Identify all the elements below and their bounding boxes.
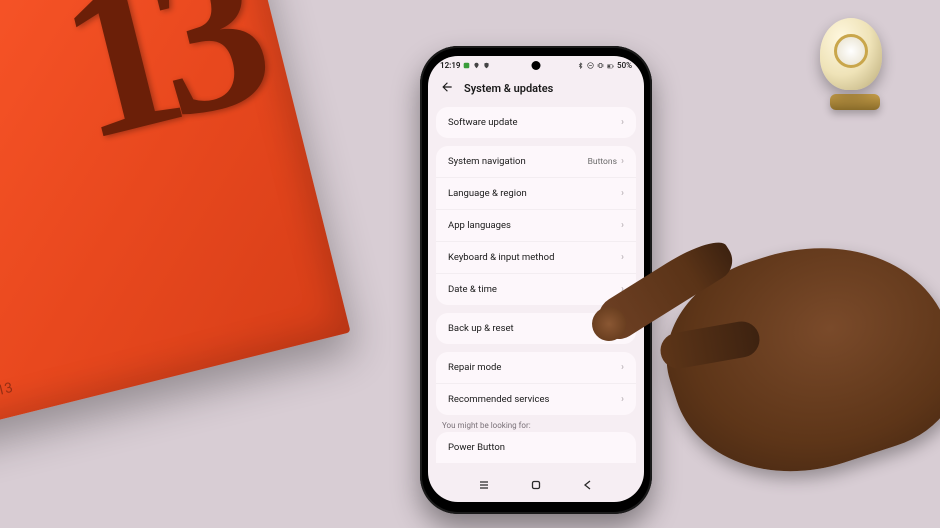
chevron-right-icon: › bbox=[621, 252, 624, 263]
row-recommended-services[interactable]: Recommended services › bbox=[436, 384, 636, 415]
location-icon bbox=[473, 62, 480, 69]
clock-body bbox=[820, 18, 882, 90]
box-side-text: oneplus 13 bbox=[0, 380, 14, 412]
clock-base bbox=[830, 94, 880, 110]
shield-icon bbox=[483, 62, 490, 69]
row-system-navigation[interactable]: System navigation Buttons › bbox=[436, 146, 636, 178]
row-label: Date & time bbox=[448, 284, 497, 295]
dnd-icon bbox=[587, 62, 594, 69]
desk-clock bbox=[820, 18, 890, 118]
row-software-update[interactable]: Software update › bbox=[436, 107, 636, 138]
row-label: Recommended services bbox=[448, 394, 549, 405]
hint-item-label: Power Button bbox=[448, 442, 505, 453]
row-label: Language & region bbox=[448, 188, 527, 199]
hint-title: You might be looking for: bbox=[428, 415, 644, 432]
settings-list: Software update › System navigation Butt… bbox=[428, 107, 644, 415]
chevron-right-icon: › bbox=[621, 117, 624, 128]
chevron-right-icon: › bbox=[621, 362, 624, 373]
system-nav-bar bbox=[428, 472, 644, 498]
page-title: System & updates bbox=[464, 82, 553, 95]
row-label: System navigation bbox=[448, 156, 526, 167]
row-label: App languages bbox=[448, 220, 511, 231]
phone-screen: 12:19 bbox=[428, 56, 644, 502]
vibrate-icon bbox=[597, 62, 604, 69]
chevron-right-icon: › bbox=[621, 156, 624, 167]
chevron-right-icon: › bbox=[621, 394, 624, 405]
row-label: Back up & reset bbox=[448, 323, 514, 334]
status-time: 12:19 bbox=[440, 61, 460, 70]
back-arrow-icon[interactable] bbox=[440, 80, 454, 97]
clock-face bbox=[834, 34, 868, 68]
back-button[interactable] bbox=[581, 478, 595, 492]
group-system: System navigation Buttons › Language & r… bbox=[436, 146, 636, 305]
group-repair: Repair mode › Recommended services › bbox=[436, 352, 636, 415]
home-button[interactable] bbox=[529, 478, 543, 492]
status-right: 50% bbox=[577, 61, 632, 70]
row-label: Repair mode bbox=[448, 362, 501, 373]
row-keyboard-input[interactable]: Keyboard & input method › bbox=[436, 242, 636, 274]
recents-button[interactable] bbox=[477, 478, 491, 492]
bluetooth-icon bbox=[577, 62, 584, 69]
row-value: Buttons bbox=[588, 157, 617, 167]
phone-frame: 12:19 bbox=[420, 46, 652, 514]
battery-icon bbox=[607, 62, 614, 69]
page-header: System & updates bbox=[428, 72, 644, 107]
box-number-text: 13 bbox=[38, 0, 274, 192]
status-left: 12:19 bbox=[440, 61, 490, 70]
front-camera-hole bbox=[532, 61, 541, 70]
row-repair-mode[interactable]: Repair mode › bbox=[436, 352, 636, 384]
chevron-right-icon: › bbox=[621, 188, 624, 199]
group-software: Software update › bbox=[436, 107, 636, 138]
row-label: Software update bbox=[448, 117, 518, 128]
row-language-region[interactable]: Language & region › bbox=[436, 178, 636, 210]
row-app-languages[interactable]: App languages › bbox=[436, 210, 636, 242]
status-app-icon bbox=[463, 62, 470, 69]
product-box: 13 oneplus 13 bbox=[0, 0, 351, 434]
hint-item-power-button[interactable]: Power Button bbox=[436, 432, 636, 463]
chevron-right-icon: › bbox=[621, 220, 624, 231]
battery-percent: 50% bbox=[617, 61, 632, 70]
row-label: Keyboard & input method bbox=[448, 252, 554, 263]
